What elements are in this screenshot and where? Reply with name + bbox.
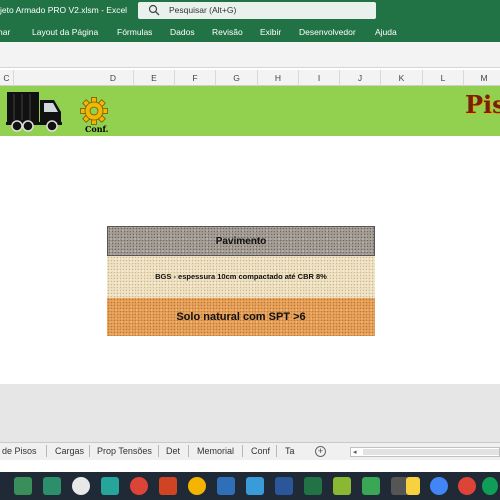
column-header[interactable]: H <box>258 70 299 86</box>
search-icon <box>148 4 160 16</box>
tab-desenvolvedor[interactable]: Desenvolvedor <box>299 27 356 37</box>
search-box[interactable]: Pesquisar (Alt+G) <box>138 2 376 19</box>
truck-icon[interactable] <box>6 88 62 132</box>
tab-separator <box>89 445 90 457</box>
tab-separator <box>46 445 47 457</box>
column-header[interactable]: K <box>381 70 423 86</box>
scrollbar-thumb[interactable] <box>363 449 499 455</box>
sheet-tab-bar: de Pisos Cargas Prop Tensões Det Memoria… <box>0 442 500 460</box>
gear-icon[interactable] <box>77 97 111 125</box>
add-sheet-button[interactable]: + <box>315 446 326 457</box>
app-icon[interactable] <box>246 477 264 495</box>
title-bar: jeto Armado PRO V2.xlsm - Excel Pesquisa… <box>0 0 500 22</box>
taskbar <box>0 472 500 500</box>
visual-studio-icon[interactable] <box>217 477 235 495</box>
chrome-icon[interactable] <box>482 477 498 495</box>
page-title: Piso <box>465 90 500 119</box>
conf-label[interactable]: Conf. <box>85 124 108 134</box>
tab-formulas[interactable]: Fórmulas <box>117 27 152 37</box>
word-icon[interactable] <box>275 477 293 495</box>
empty-sheet-area <box>0 384 500 442</box>
scroll-left-arrow-icon[interactable]: ◂ <box>353 448 357 456</box>
tab-dados[interactable]: Dados <box>170 27 195 37</box>
column-header[interactable]: I <box>299 70 340 86</box>
tab-exibir[interactable]: Exibir <box>260 27 281 37</box>
search-input[interactable]: Pesquisar (Alt+G) <box>169 5 236 15</box>
app-icon[interactable] <box>14 477 32 495</box>
layer-bgs[interactable]: BGS - espessura 10cm compactado até CBR … <box>107 256 375 298</box>
tab-inserir[interactable]: har <box>0 27 10 37</box>
column-header[interactable]: L <box>423 70 464 86</box>
tab-separator <box>242 445 243 457</box>
tab-separator <box>188 445 189 457</box>
sheet-tab[interactable]: Cargas <box>55 446 84 456</box>
sheet-tab[interactable]: Det <box>166 446 180 456</box>
header-banner: Conf. Piso <box>0 86 500 136</box>
worksheet[interactable]: Conf. Piso Pavimento BGS - espessura 10c… <box>0 86 500 384</box>
tab-layout-da-pagina[interactable]: Layout da Página <box>32 27 98 37</box>
chrome-icon[interactable] <box>130 477 148 495</box>
sheet-tab[interactable]: Memorial <box>197 446 234 456</box>
column-header[interactable]: E <box>134 70 175 86</box>
powerpoint-icon[interactable] <box>159 477 177 495</box>
sheet-tab[interactable]: Conf <box>251 446 270 456</box>
tab-separator <box>276 445 277 457</box>
layer-pavimento[interactable]: Pavimento <box>107 226 375 256</box>
window-title: jeto Armado PRO V2.xlsm - Excel <box>0 5 128 15</box>
column-header[interactable]: C <box>0 70 14 86</box>
sticky-notes-icon[interactable] <box>406 477 420 495</box>
column-header[interactable]: D <box>93 70 134 86</box>
column-header[interactable]: J <box>340 70 381 86</box>
column-header[interactable]: M <box>464 70 500 86</box>
sheet-tab[interactable]: Prop Tensões <box>97 446 152 456</box>
chrome-icon[interactable] <box>430 477 448 495</box>
ribbon-body <box>0 42 500 68</box>
tab-ajuda[interactable]: Ajuda <box>375 27 397 37</box>
horizontal-scrollbar[interactable]: ◂ <box>350 447 500 457</box>
tab-separator <box>158 445 159 457</box>
sheet-tab[interactable]: Ta <box>285 446 295 456</box>
photos-icon[interactable] <box>43 477 61 495</box>
excel-icon[interactable] <box>304 477 322 495</box>
chrome-icon[interactable] <box>188 477 206 495</box>
app-icon[interactable] <box>101 477 119 495</box>
chrome-icon[interactable] <box>458 477 476 495</box>
layer-solo-natural[interactable]: Solo natural com SPT >6 <box>107 298 375 336</box>
column-header[interactable]: G <box>216 70 258 86</box>
camtasia-icon[interactable] <box>362 477 380 495</box>
chrome-icon[interactable] <box>72 477 90 495</box>
ribbon-tabs: har Layout da Página Fórmulas Dados Revi… <box>0 22 500 42</box>
sheet-tab[interactable]: de Pisos <box>2 446 37 456</box>
column-headers: C D E F G H I J K L M <box>0 70 500 86</box>
column-header[interactable]: F <box>175 70 216 86</box>
app-icon[interactable] <box>333 477 351 495</box>
tab-revisao[interactable]: Revisão <box>212 27 243 37</box>
